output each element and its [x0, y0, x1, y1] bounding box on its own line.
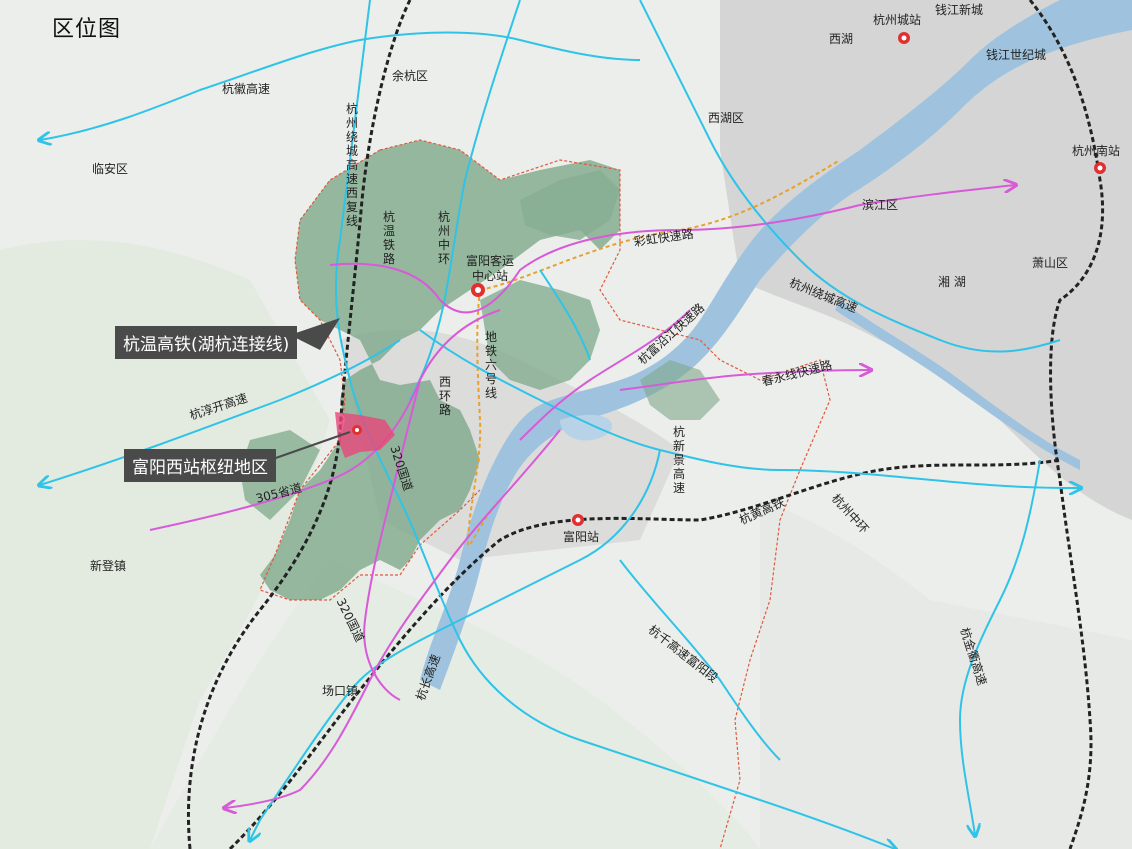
station-marker-fuyang-bus[interactable]: [471, 283, 485, 297]
label-west-lake: 西湖: [829, 32, 854, 46]
label-xindeng-town: 新登镇: [90, 559, 127, 573]
label-changkou-town: 场口镇: [322, 684, 359, 698]
label-hangzhou-middle-ring-north: 杭州中环: [437, 210, 450, 266]
callout-fuyang-west-hub: 富阳西站枢纽地区: [124, 449, 276, 482]
label-linan-district: 临安区: [92, 162, 129, 176]
label-xianghu: 湘 湖: [938, 275, 966, 289]
station-marker-fuyang[interactable]: [572, 514, 584, 526]
label-qianjiang-century-city: 钱江世纪城: [986, 48, 1047, 62]
label-xihu-district: 西湖区: [708, 111, 745, 125]
label-fuyang-station: 富阳站: [563, 530, 600, 544]
station-marker-chengzhan[interactable]: [898, 32, 910, 44]
page-title: 区位图: [52, 17, 122, 42]
label-hangwen-rail: 杭温铁路: [382, 210, 395, 266]
label-metro-line-6: 地铁六号线: [484, 330, 497, 400]
district-location-map: 区位图 杭温高铁(湖杭连接线) 富阳西站枢纽地区 临安区 余杭区 西湖区 西湖 …: [0, 0, 1132, 849]
label-hangxinjing-expressway: 杭新景高速: [672, 425, 685, 495]
callout-hangwen-hsr: 杭温高铁(湖杭连接线): [115, 326, 298, 359]
label-yuhang-district: 余杭区: [392, 69, 429, 83]
label-qianjiang-new-city: 钱江新城: [935, 3, 984, 17]
station-marker-fuyang-west[interactable]: [352, 425, 362, 435]
label-hanghui-expressway: 杭徽高速: [222, 82, 271, 96]
label-binjiang-district: 滨江区: [862, 198, 899, 212]
label-hangzhou-chengzhan: 杭州城站: [873, 13, 922, 27]
label-hangzhou-south-station: 杭州南站: [1072, 144, 1121, 158]
label-xiaoshan-district: 萧山区: [1032, 256, 1069, 270]
station-marker-hangzhou-south[interactable]: [1094, 162, 1106, 174]
map-canvas: [0, 0, 1132, 849]
label-xihuan-road: 西环路: [438, 375, 451, 417]
label-fuyang-bus-center: 富阳客运中心站: [466, 254, 515, 283]
label-ring-west-expressway: 杭州绕城高速西复线: [345, 102, 358, 228]
